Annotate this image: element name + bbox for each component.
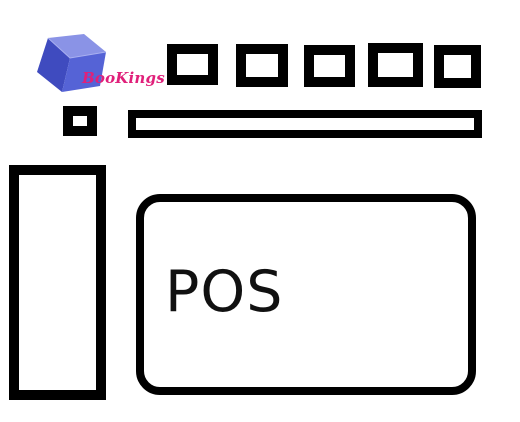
small-toggle-button[interactable] <box>63 106 97 136</box>
toolbar-button-5[interactable] <box>434 45 481 88</box>
logo-text: BooKings <box>82 69 165 87</box>
side-panel[interactable] <box>9 165 106 400</box>
search-bar[interactable] <box>128 110 482 138</box>
toolbar-button-1[interactable] <box>167 44 218 85</box>
cube-icon <box>37 34 107 92</box>
app-logo[interactable]: BooKings <box>34 34 165 98</box>
toolbar-button-3[interactable] <box>304 45 355 87</box>
toolbar-button-4[interactable] <box>368 43 423 87</box>
toolbar-button-2[interactable] <box>236 44 288 87</box>
pos-label: POS <box>165 259 284 325</box>
pos-button[interactable]: POS <box>136 194 476 395</box>
